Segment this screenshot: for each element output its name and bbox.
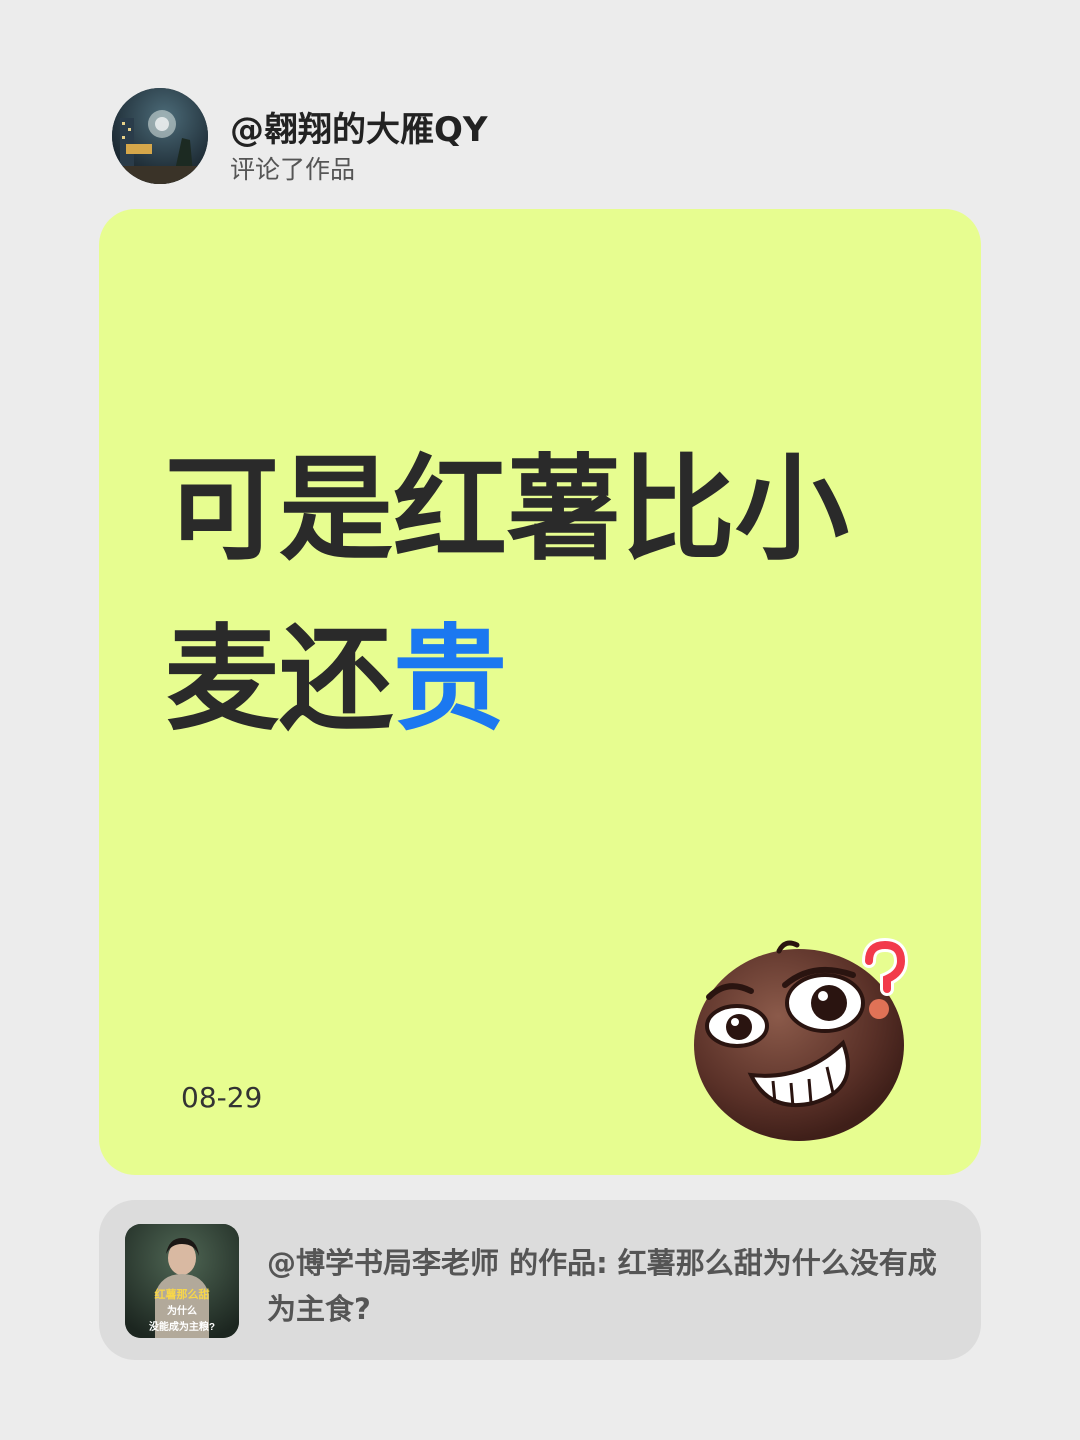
video-thumbnail-image: 红薯那么甜 为什么 没能成为主粮? (125, 1224, 239, 1338)
comment-text: 可是红薯比小麦还贵 (165, 425, 905, 765)
comment-text-highlight: 贵 (393, 613, 508, 746)
referenced-work-text[interactable]: @博学书局李老师 的作品: 红薯那么甜为什么没有成为主食? (267, 1240, 937, 1332)
video-thumbnail[interactable]: 红薯那么甜 为什么 没能成为主粮? (125, 1224, 239, 1338)
thumb-caption-1: 红薯那么甜 (155, 1287, 210, 1301)
comment-header: @翱翔的大雁QY 评论了作品 (112, 88, 972, 184)
username[interactable]: @翱翔的大雁QY (230, 102, 488, 151)
action-text: 评论了作品 (230, 155, 356, 184)
referenced-work[interactable]: 红薯那么甜 为什么 没能成为主粮? @博学书局李老师 的作品: 红薯那么甜为什么… (99, 1200, 981, 1360)
thumb-caption-3: 没能成为主粮? (149, 1320, 215, 1333)
avatar[interactable] (112, 88, 208, 184)
avatar-icon (112, 88, 208, 184)
smirking-question-emoji-icon (694, 937, 909, 1141)
comment-card: 可是红薯比小麦还贵 08-29 (99, 209, 981, 1175)
comment-date: 08-29 (181, 1081, 263, 1114)
thumb-caption-2: 为什么 (167, 1304, 197, 1317)
